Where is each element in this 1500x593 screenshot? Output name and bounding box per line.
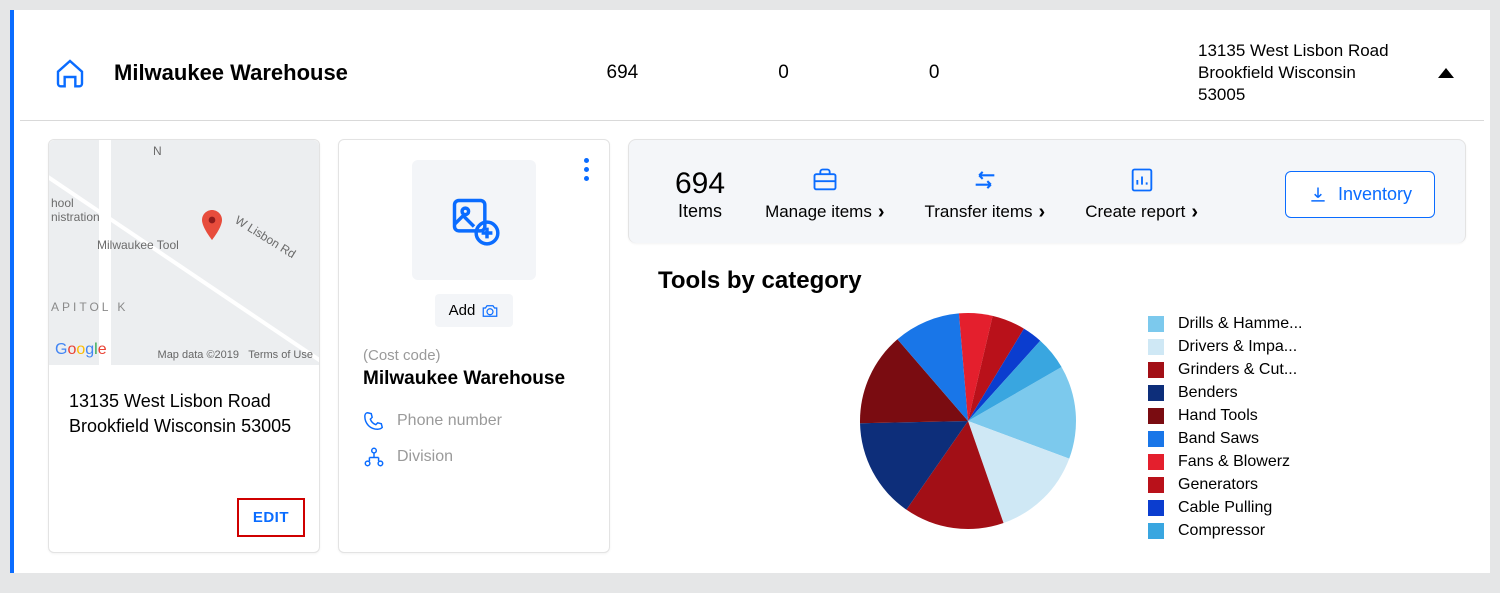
warehouse-summary-row[interactable]: Milwaukee Warehouse 694 0 0 13135 West L… <box>20 10 1484 121</box>
legend-label: Cable Pulling <box>1178 499 1272 517</box>
map-label-tool: Milwaukee Tool <box>97 238 179 252</box>
legend-label: Hand Tools <box>1178 407 1258 425</box>
items-count-block: 694 Items <box>675 167 725 222</box>
summary-stat-2: 0 <box>778 62 789 84</box>
phone-placeholder: Phone number <box>397 412 502 430</box>
add-image-button-label: Add <box>449 302 476 319</box>
info-card: Add (Cost code) Milwaukee Warehouse Phon… <box>338 139 610 553</box>
legend-label: Drivers & Impa... <box>1178 338 1297 356</box>
transfer-icon <box>970 166 1000 194</box>
home-icon <box>54 57 86 89</box>
download-icon <box>1308 185 1328 205</box>
map-label-neighborhood: APITOL K <box>51 300 128 314</box>
summary-stat-items: 694 <box>607 62 639 84</box>
warehouse-title: Milwaukee Warehouse <box>114 60 348 86</box>
map-attribution: Map data ©2019 Terms of Use <box>158 349 313 361</box>
legend-item[interactable]: Drills & Hamme... <box>1148 315 1302 333</box>
image-placeholder[interactable] <box>412 160 536 280</box>
info-title: Milwaukee Warehouse <box>363 368 585 390</box>
legend-label: Grinders & Cut... <box>1178 361 1297 379</box>
phone-row[interactable]: Phone number <box>363 410 585 432</box>
map-address: 13135 West Lisbon Road Brookfield Wiscon… <box>49 365 319 448</box>
transfer-items-button[interactable]: Transfer items <box>925 166 1046 223</box>
legend-swatch <box>1148 477 1164 493</box>
legend-swatch <box>1148 362 1164 378</box>
briefcase-icon <box>810 166 840 194</box>
create-report-button[interactable]: Create report <box>1085 166 1198 223</box>
google-logo: Google <box>55 341 107 359</box>
legend-label: Drills & Hamme... <box>1178 315 1302 333</box>
division-placeholder: Division <box>397 448 453 466</box>
legend-swatch <box>1148 316 1164 332</box>
hierarchy-icon <box>363 446 385 468</box>
manage-items-button[interactable]: Manage items <box>765 166 884 223</box>
legend-label: Generators <box>1178 476 1258 494</box>
legend-label: Compressor <box>1178 522 1265 540</box>
items-label: Items <box>675 201 725 222</box>
edit-button[interactable]: EDIT <box>237 498 305 537</box>
more-menu-icon[interactable] <box>584 158 589 181</box>
items-count: 694 <box>675 167 725 201</box>
map-label-road: W Lisbon Rd <box>233 213 299 261</box>
legend-item[interactable]: Benders <box>1148 384 1302 402</box>
legend-swatch <box>1148 385 1164 401</box>
chart-title: Tools by category <box>658 267 1436 295</box>
division-row[interactable]: Division <box>363 446 585 468</box>
legend-item[interactable]: Band Saws <box>1148 430 1302 448</box>
legend-item[interactable]: Generators <box>1148 476 1302 494</box>
legend-swatch <box>1148 454 1164 470</box>
pie-chart <box>858 311 1078 531</box>
phone-icon <box>363 410 385 432</box>
add-image-icon <box>448 194 500 246</box>
add-image-button[interactable]: Add <box>435 294 514 327</box>
legend-item[interactable]: Drivers & Impa... <box>1148 338 1302 356</box>
chart-legend: Drills & Hamme... Drivers & Impa... Grinde… <box>1148 311 1302 540</box>
legend-item[interactable]: Fans & Blowerz <box>1148 453 1302 471</box>
legend-label: Band Saws <box>1178 430 1259 448</box>
legend-item[interactable]: Cable Pulling <box>1148 499 1302 517</box>
chart-panel: 694 Items Manage items Transfer items Cr… <box>628 139 1466 553</box>
map-pin-icon <box>197 210 227 240</box>
legend-label: Benders <box>1178 384 1238 402</box>
map-card: N hool nistration Milwaukee Tool W Lisbo… <box>48 139 320 553</box>
collapse-icon[interactable] <box>1438 68 1454 78</box>
legend-item[interactable]: Hand Tools <box>1148 407 1302 425</box>
inventory-button-label: Inventory <box>1338 184 1412 205</box>
legend-swatch <box>1148 523 1164 539</box>
inventory-button[interactable]: Inventory <box>1285 171 1435 218</box>
legend-swatch <box>1148 408 1164 424</box>
map-label-admin: nistration <box>51 210 100 224</box>
legend-item[interactable]: Compressor <box>1148 522 1302 540</box>
report-icon <box>1127 166 1157 194</box>
legend-label: Fans & Blowerz <box>1178 453 1290 471</box>
camera-icon <box>481 303 499 319</box>
map-view[interactable]: N hool nistration Milwaukee Tool W Lisbo… <box>49 140 319 365</box>
action-bar: 694 Items Manage items Transfer items Cr… <box>628 139 1466 243</box>
map-label-school: hool <box>51 196 74 210</box>
map-compass-n: N <box>153 144 162 158</box>
legend-item[interactable]: Grinders & Cut... <box>1148 361 1302 379</box>
legend-swatch <box>1148 339 1164 355</box>
summary-stat-3: 0 <box>929 62 940 84</box>
legend-swatch <box>1148 431 1164 447</box>
summary-address: 13135 West Lisbon Road Brookfield Wiscon… <box>1198 40 1398 106</box>
cost-code-label: (Cost code) <box>363 347 585 364</box>
legend-swatch <box>1148 500 1164 516</box>
